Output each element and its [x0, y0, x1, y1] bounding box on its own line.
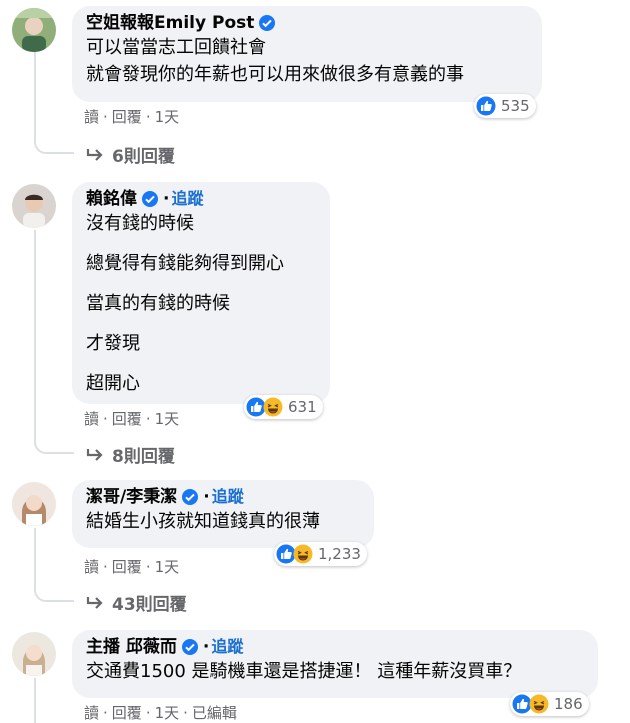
replies-count-label: 43則回覆 — [112, 595, 187, 615]
reply-arrow-icon — [86, 596, 103, 609]
read-action[interactable]: 讀 — [84, 702, 99, 723]
thread-curve — [34, 436, 74, 454]
author-name[interactable]: 主播 邱薇而 — [86, 636, 177, 658]
replies-count-label: 8則回覆 — [112, 447, 175, 467]
haha-icon — [293, 544, 313, 564]
comment-line: 當真的有錢的時候 — [86, 293, 230, 314]
reply-action[interactable]: 回覆 — [112, 106, 142, 127]
view-replies-link[interactable]: 43則回覆 — [86, 590, 187, 615]
haha-icon — [529, 694, 549, 714]
reaction-count: 631 — [288, 398, 317, 416]
reaction-summary[interactable]: 631 — [244, 395, 323, 419]
reply-action[interactable]: 回覆 — [112, 556, 142, 577]
reply-action[interactable]: 回覆 — [112, 702, 142, 723]
view-replies-link[interactable]: 8則回覆 — [86, 442, 175, 467]
comment-author: 空姐報報Emily Post — [86, 12, 528, 34]
avatar[interactable] — [12, 482, 56, 526]
reaction-count: 186 — [554, 695, 583, 713]
avatar[interactable] — [12, 8, 56, 52]
read-action[interactable]: 讀 — [84, 556, 99, 577]
comment-author: 主播 邱薇而 · 追蹤 — [86, 636, 244, 658]
thread-line — [34, 678, 36, 723]
comment-actions: 讀 · 回覆 · 1天 · 已編輯 — [84, 702, 237, 723]
haha-icon — [263, 397, 283, 417]
comment-line: 就會發現你的年薪也可以用來做很多有意義的事 — [86, 64, 464, 85]
verified-badge-icon — [181, 639, 198, 655]
follow-button[interactable]: 追蹤 — [211, 636, 243, 658]
comment-bubble: 主播 邱薇而 · 追蹤 交通費1500 是騎機車還是搭捷運！ 這種年薪沒買車？ — [72, 630, 598, 698]
comment-bubble: 賴銘偉 · 追蹤 沒有錢的時候 總覺得有錢能夠得到開心 當真的有錢的時候 才發現… — [72, 182, 330, 404]
thread-line — [34, 52, 36, 136]
timestamp[interactable]: 1天 — [155, 408, 180, 429]
follow-button[interactable]: 追蹤 — [212, 486, 244, 508]
read-action[interactable]: 讀 — [84, 106, 99, 127]
comment-author: 潔哥/李秉潔 · 追蹤 — [86, 486, 244, 508]
view-replies-link[interactable]: 6則回覆 — [86, 142, 175, 167]
reaction-summary[interactable]: 535 — [474, 94, 536, 118]
comment-actions: 讀 · 回覆 · 1天 — [84, 408, 180, 429]
thread-curve — [34, 584, 74, 602]
read-action[interactable]: 讀 — [84, 408, 99, 429]
replies-count-label: 6則回覆 — [112, 147, 175, 167]
comment-line: 結婚生小孩就知道錢真的很薄 — [86, 511, 320, 532]
comment-line: 才發現 — [86, 333, 140, 354]
reaction-count: 535 — [501, 97, 530, 115]
author-name[interactable]: 空姐報報Emily Post — [86, 12, 254, 34]
comment-bubble: 潔哥/李秉潔 · 追蹤 結婚生小孩就知道錢真的很薄 — [72, 480, 374, 548]
avatar[interactable] — [12, 184, 56, 228]
comment-actions: 讀 · 回覆 · 1天 — [84, 106, 180, 127]
thread-line — [34, 230, 36, 436]
thread-line — [34, 528, 36, 584]
reply-arrow-icon — [86, 148, 103, 161]
reaction-count: 1,233 — [318, 545, 361, 563]
avatar[interactable] — [12, 632, 56, 676]
like-icon — [476, 96, 496, 116]
comment-line: 可以當當志工回饋社會 — [86, 37, 266, 58]
reaction-summary[interactable]: 186 — [510, 692, 589, 716]
timestamp[interactable]: 1天 — [155, 702, 180, 723]
comment-actions: 讀 · 回覆 · 1天 — [84, 556, 180, 577]
timestamp[interactable]: 1天 — [155, 556, 180, 577]
comment-line: 沒有錢的時候 — [86, 213, 194, 234]
comment-line: 交通費1500 是騎機車還是搭捷運！ 這種年薪沒買車？ — [86, 661, 522, 682]
reaction-summary[interactable]: 1,233 — [274, 542, 367, 566]
edited-label: 已編輯 — [191, 704, 237, 722]
author-name[interactable]: 潔哥/李秉潔 — [86, 486, 177, 508]
reply-action[interactable]: 回覆 — [112, 408, 142, 429]
timestamp[interactable]: 1天 — [155, 106, 180, 127]
verified-badge-icon — [182, 489, 199, 505]
comment-bubble: 空姐報報Emily Post 可以當當志工回饋社會 就會發現你的年薪也可以用來做… — [72, 6, 542, 102]
thread-curve — [34, 136, 74, 154]
comment-line: 總覺得有錢能夠得到開心 — [86, 253, 284, 274]
reply-arrow-icon — [86, 448, 103, 461]
verified-badge-icon — [259, 15, 276, 31]
